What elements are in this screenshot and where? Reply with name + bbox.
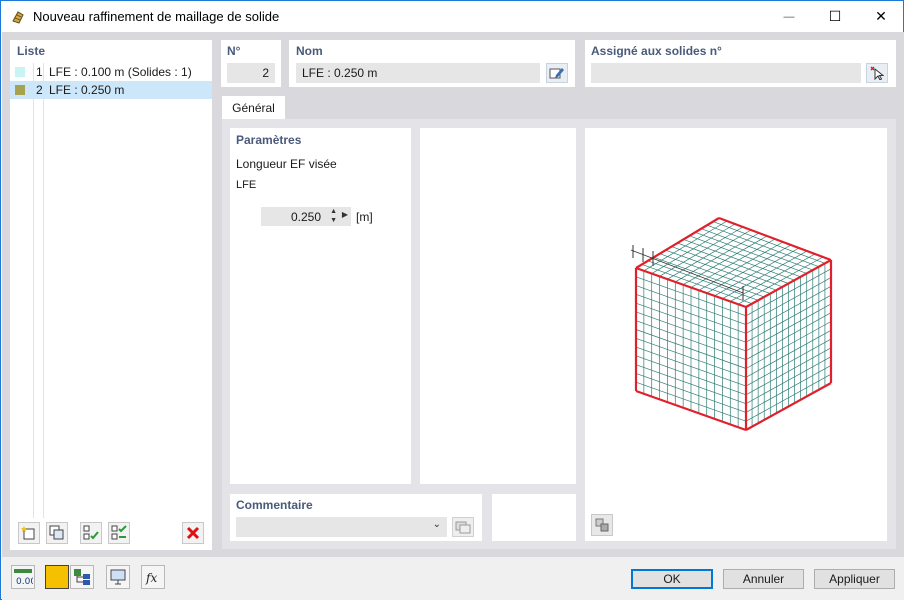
list-item-number: 1 [36,65,43,79]
list-toolbar [10,522,212,546]
new-item-button[interactable] [18,522,40,544]
cancel-button[interactable]: Annuler [723,569,804,589]
pick-solids-button[interactable] [866,63,888,83]
chevron-down-icon[interactable]: ⌄ [433,519,441,530]
dialog-client-area: Liste 1 LFE : 0.100 m (Solides : 1) 2 LF… [2,32,904,600]
assigned-panel: Assigné aux solides n° [585,40,896,87]
dialog-window: Nouveau raffinement de maillage de solid… [0,0,904,600]
preview-settings-button[interactable] [591,514,613,536]
decimal-places-icon: 0.00 [14,569,33,587]
target-length-value: 0.250 [290,210,321,224]
name-value: LFE : 0.250 m [302,66,378,80]
view-button[interactable] [106,565,130,589]
hierarchy-button[interactable] [70,565,94,589]
delete-icon [186,526,200,540]
svg-text:0.00: 0.00 [16,577,33,587]
minimize-button[interactable]: — [766,1,812,32]
name-label: Nom [296,44,323,58]
check-all-button[interactable] [80,522,102,544]
check-all-icon [83,525,99,540]
function-button[interactable]: fx [141,565,165,589]
middle-panel [420,128,576,484]
comment-library-icon [455,521,471,534]
parameters-label: Paramètres [236,133,302,147]
list-item[interactable]: 1 LFE : 0.100 m (Solides : 1) [10,63,212,81]
title-bar: Nouveau raffinement de maillage de solid… [1,1,903,32]
minimize-icon: — [783,10,795,23]
list-panel: Liste 1 LFE : 0.100 m (Solides : 1) 2 LF… [10,40,212,550]
list-item[interactable]: 2 LFE : 0.250 m [10,81,212,99]
number-value: 2 [262,66,269,80]
list-divider [33,63,34,518]
copy-item-button[interactable] [46,522,68,544]
view-settings-icon [595,518,609,532]
list-item-number: 2 [36,83,43,97]
ok-label: OK [663,572,681,586]
spin-arrow-right-icon[interactable]: ▶ [342,210,348,219]
comment-label: Commentaire [236,498,313,512]
cancel-label: Annuler [742,572,785,586]
color-swatch [15,85,25,95]
ok-button[interactable]: OK [631,569,713,589]
list-divider [43,63,44,518]
check-options-icon [111,525,127,540]
delete-button[interactable] [182,522,204,544]
tab-general[interactable]: Général [222,96,285,119]
function-icon: fx [145,571,157,585]
check-options-button[interactable] [108,522,130,544]
list-items: 1 LFE : 0.100 m (Solides : 1) 2 LFE : 0.… [10,63,212,99]
maximize-icon: ☐ [828,8,842,24]
comment-panel: Commentaire ⌄ [230,494,482,541]
decimal-places-button[interactable]: 0.00 [11,565,35,589]
assigned-label: Assigné aux solides n° [591,44,722,58]
color-picker-button[interactable] [45,565,69,589]
close-button[interactable]: ✕ [858,1,904,32]
select-cursor-icon [870,66,884,80]
mesh-cube-preview [630,216,833,432]
svg-text:fx: fx [145,571,157,585]
spin-updown-icon[interactable]: ▲ ▼ [330,207,337,225]
target-length-label: Longueur EF visée [236,157,337,171]
close-icon: ✕ [875,8,887,24]
list-item-label: LFE : 0.250 m [49,83,125,97]
list-item-label: LFE : 0.100 m (Solides : 1) [49,65,192,79]
tab-general-label: Général [232,100,275,115]
maximize-button[interactable]: ☐ [812,1,858,32]
list-label: Liste [17,44,46,58]
color-swatch [15,67,25,77]
new-item-icon [21,526,35,540]
number-field[interactable]: 2 [227,63,275,83]
empty-panel [492,494,576,541]
comment-library-button[interactable] [452,517,474,537]
copy-icon [49,525,64,540]
edit-icon [549,68,564,79]
hierarchy-icon [74,569,90,585]
preview-panel [585,128,887,541]
parameters-panel: Paramètres Longueur EF visée LFE [230,128,411,484]
lfe-symbol: LFE [236,179,257,191]
comment-field[interactable]: ⌄ [236,517,447,537]
assigned-solids-field[interactable] [591,63,861,83]
edit-name-button[interactable] [546,63,568,83]
cube-edge [635,217,720,269]
number-label: N° [227,44,241,58]
unit-label: [m] [356,210,373,224]
name-field[interactable]: LFE : 0.250 m [296,63,540,83]
name-panel: Nom LFE : 0.250 m [289,40,575,87]
number-panel: N° 2 [221,40,281,87]
apply-button[interactable]: Appliquer [814,569,895,589]
monitor-icon [110,569,126,585]
apply-label: Appliquer [829,572,880,586]
mesh-refinement-icon [12,11,24,24]
window-title: Nouveau raffinement de maillage de solid… [33,9,280,24]
target-length-spinner[interactable]: 0.250 ▲ ▼ ▶ [261,207,351,226]
